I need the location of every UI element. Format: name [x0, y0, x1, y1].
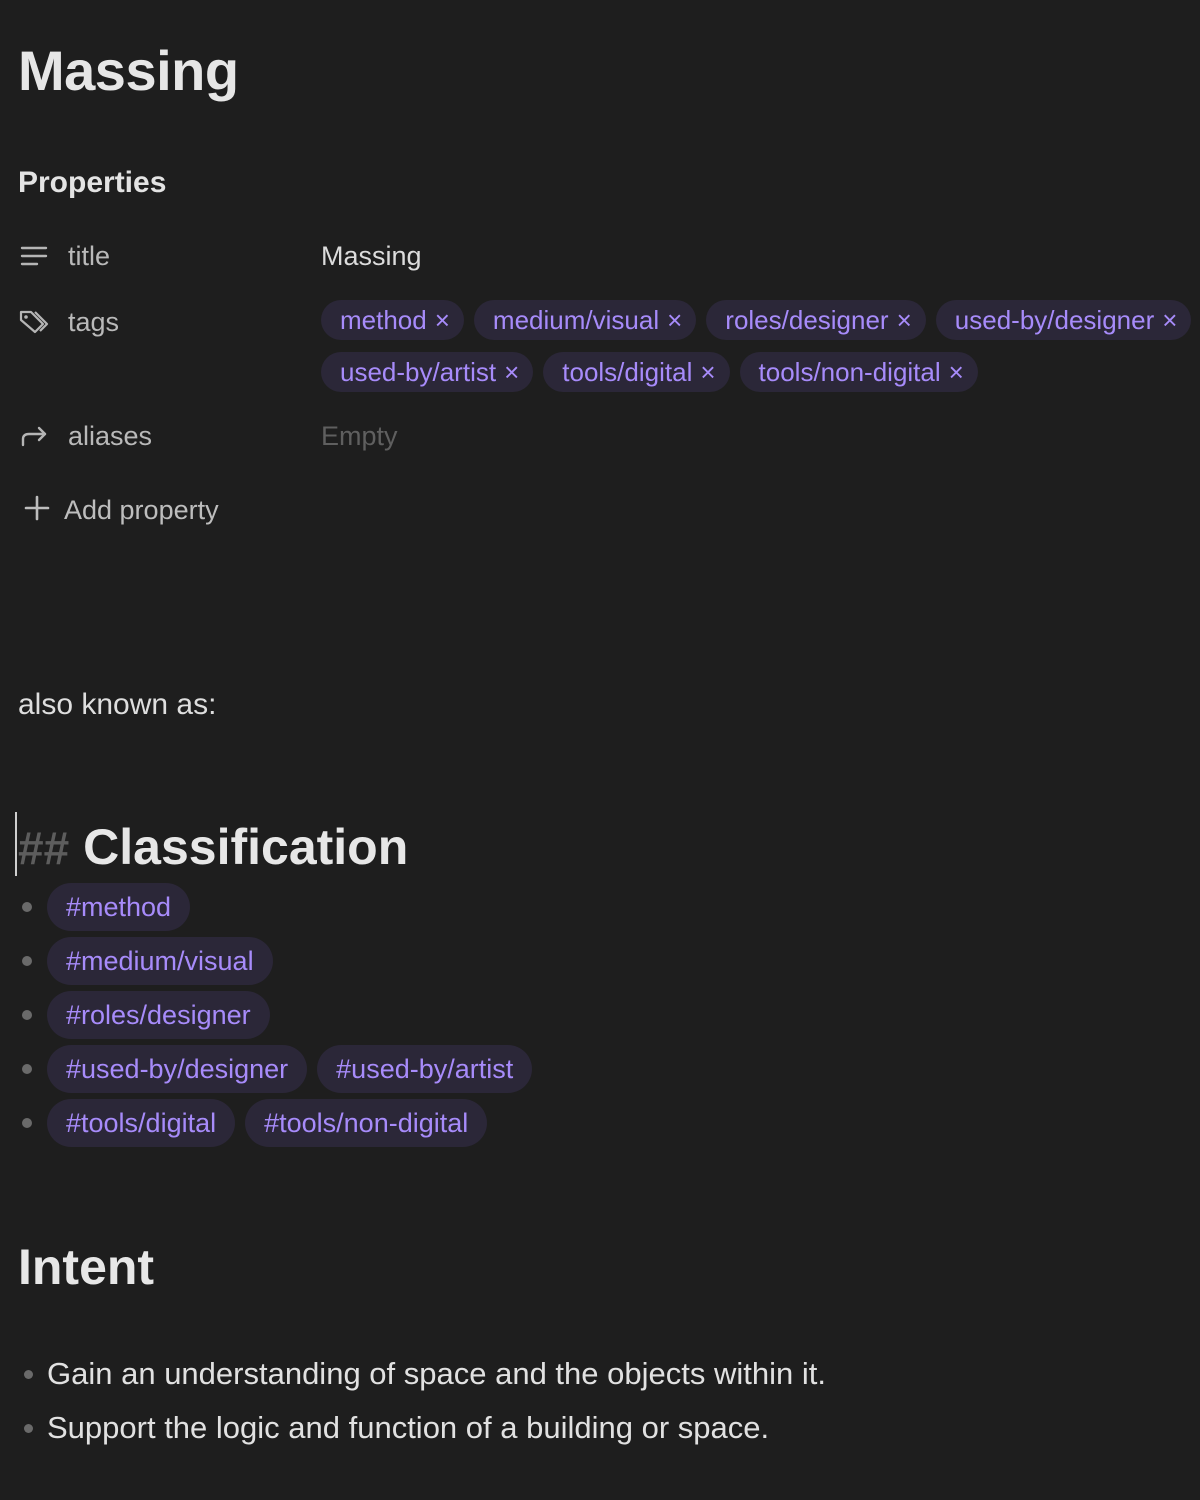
hashtag[interactable]: #used-by/artist [317, 1045, 533, 1093]
tag-pill-line: method × medium/visual × roles/designer × u… [321, 298, 1200, 342]
list-item: #method [22, 880, 542, 934]
bullet-icon [22, 1064, 32, 1074]
property-row-tags: tags [18, 302, 321, 342]
list-item: #medium/visual [22, 934, 542, 988]
tag-pill-label: tools/non-digital [758, 356, 941, 387]
list-item: Support the logic and function of a buil… [24, 1401, 826, 1455]
intent-heading[interactable]: Intent [18, 1238, 154, 1296]
property-key-aliases[interactable]: aliases [18, 420, 321, 452]
bullet-icon [22, 1010, 32, 1020]
property-key-title[interactable]: title [18, 240, 321, 272]
intent-item-text[interactable]: Support the logic and function of a buil… [47, 1410, 769, 1446]
properties-heading[interactable]: Properties [18, 166, 166, 200]
remove-tag-icon[interactable]: × [700, 359, 715, 385]
bullet-icon [22, 956, 32, 966]
bullet-icon [22, 1118, 32, 1128]
bullet-icon [24, 1423, 33, 1433]
property-key-tags[interactable]: tags [18, 306, 321, 338]
classification-heading[interactable]: ## Classification [18, 818, 408, 876]
tag-pill[interactable]: used-by/designer × [935, 300, 1192, 340]
hashtag[interactable]: #roles/designer [47, 991, 270, 1039]
heading-marker: ## [18, 822, 70, 874]
classification-list: #method #medium/visual #roles/designer #… [22, 880, 542, 1150]
intent-list: Gain an understanding of space and the o… [24, 1347, 826, 1455]
property-row-aliases: aliases Empty [18, 416, 398, 456]
aliases-empty-value[interactable]: Empty [321, 421, 398, 452]
note-title[interactable]: Massing [18, 38, 239, 103]
tag-pill[interactable]: medium/visual × [473, 300, 697, 340]
list-item: #roles/designer [22, 988, 542, 1042]
list-item: Gain an understanding of space and the o… [24, 1347, 826, 1401]
remove-tag-icon[interactable]: × [667, 307, 682, 333]
list-item: #tools/digital #tools/non-digital [22, 1096, 542, 1150]
hashtag[interactable]: #tools/digital [47, 1099, 236, 1147]
remove-tag-icon[interactable]: × [1162, 307, 1177, 333]
tag-pill-label: used-by/artist [340, 356, 497, 387]
remove-tag-icon[interactable]: × [435, 307, 450, 333]
tag-pill-label: roles/designer [725, 304, 889, 335]
tag-pill[interactable]: used-by/artist × [321, 352, 534, 392]
property-value-title[interactable]: Massing [321, 241, 422, 272]
tags-icon [18, 306, 50, 338]
tag-pill-label: used-by/designer [954, 304, 1155, 335]
hashtag[interactable]: #used-by/designer [47, 1045, 308, 1093]
property-key-label: aliases [68, 420, 153, 451]
hashtag[interactable]: #medium/visual [47, 937, 273, 985]
bullet-icon [24, 1369, 33, 1379]
tags-value: method × medium/visual × roles/designer × u… [321, 298, 1200, 402]
property-key-label: tags [68, 306, 120, 337]
tag-pill-label: tools/digital [562, 356, 693, 387]
plus-icon [22, 493, 52, 527]
remove-tag-icon[interactable]: × [949, 359, 964, 385]
hashtag[interactable]: #tools/non-digital [245, 1099, 488, 1147]
also-known-as-text[interactable]: also known as: [18, 688, 216, 722]
hashtag[interactable]: #method [47, 883, 191, 931]
add-property-button[interactable]: Add property [22, 490, 219, 530]
property-row-title: title Massing [18, 236, 422, 276]
tag-pill[interactable]: tools/non-digital × [739, 352, 978, 392]
tag-pill-label: medium/visual [492, 304, 660, 335]
note-editor: Massing Properties title Massing tags me… [0, 0, 1200, 1500]
classification-heading-text: Classification [83, 819, 409, 875]
remove-tag-icon[interactable]: × [897, 307, 912, 333]
property-key-label: title [68, 240, 111, 271]
list-item: #used-by/designer #used-by/artist [22, 1042, 542, 1096]
tag-pill-line: used-by/artist × tools/digital × tools/non… [321, 350, 1200, 394]
intent-item-text[interactable]: Gain an understanding of space and the o… [47, 1356, 826, 1392]
text-lines-icon [18, 240, 50, 272]
tag-pill-label: method [340, 304, 427, 335]
add-property-label: Add property [64, 494, 219, 525]
tag-pill[interactable]: tools/digital × [543, 352, 730, 392]
forward-arrow-icon [18, 420, 50, 452]
bullet-icon [22, 902, 32, 912]
tag-pill[interactable]: roles/designer × [706, 300, 926, 340]
text-cursor [15, 812, 17, 876]
tag-pill[interactable]: method × [321, 300, 464, 340]
remove-tag-icon[interactable]: × [504, 359, 519, 385]
